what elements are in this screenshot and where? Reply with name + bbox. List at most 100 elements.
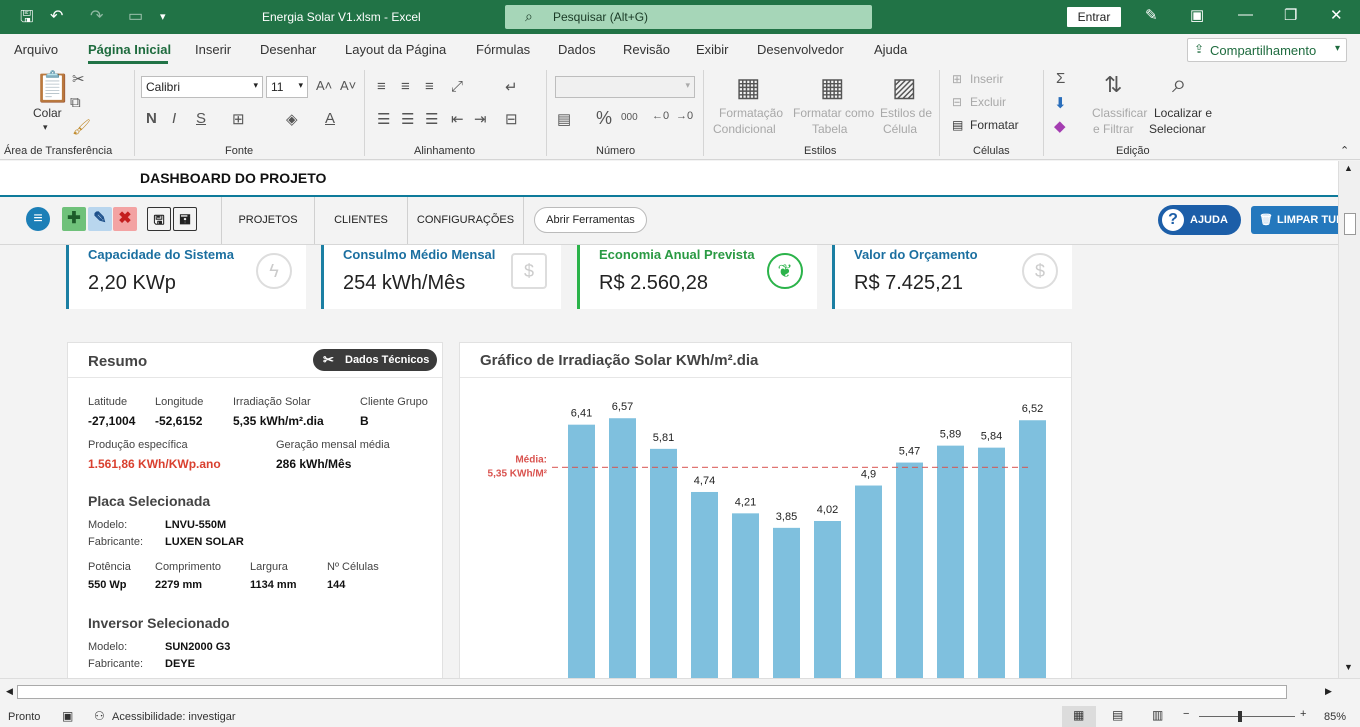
currency-icon[interactable]: ▤ — [557, 110, 571, 128]
italic-button[interactable]: I — [172, 110, 176, 127]
format-painter-icon[interactable]: 🖌 — [72, 118, 91, 136]
insert-cells-button[interactable]: Inserir — [970, 72, 1003, 86]
cell-styles-icon[interactable]: ▨ — [892, 72, 917, 103]
tab-desenvolvedor[interactable]: Desenvolvedor — [757, 42, 844, 57]
percent-icon[interactable]: % — [596, 108, 612, 129]
delete-icon[interactable]: ✖ — [113, 207, 137, 231]
nav-clientes[interactable]: CLIENTES — [315, 197, 408, 244]
scroll-thumb[interactable] — [17, 685, 1287, 699]
cell-styles-label-2[interactable]: Célula — [883, 122, 917, 136]
find-select-label-2[interactable]: Selecionar — [1149, 122, 1206, 136]
save-icon[interactable]: 🖫 — [20, 6, 34, 33]
align-center-icon[interactable]: ☰ — [401, 110, 414, 128]
clear-icon[interactable]: ◆ — [1054, 117, 1066, 135]
format-table-icon[interactable]: ▦ — [820, 72, 845, 103]
edit-icon[interactable]: ✎ — [88, 207, 112, 231]
open-tools-button[interactable]: Abrir Ferramentas — [534, 207, 647, 233]
sort-filter-icon[interactable]: ⇅ — [1104, 72, 1122, 98]
wrap-text-icon[interactable]: ↵ — [505, 78, 518, 96]
accessibility-icon[interactable]: ⚇ — [94, 709, 105, 723]
macro-icon[interactable]: ▣ — [62, 709, 73, 723]
align-top-icon[interactable]: ≡ — [377, 78, 386, 95]
thousands-icon[interactable]: 000 — [621, 112, 638, 123]
redo-icon[interactable]: ↷ — [90, 6, 103, 26]
pen-icon[interactable]: ✎ — [1145, 6, 1158, 24]
minimize-icon[interactable]: — — [1238, 6, 1253, 23]
fill-icon[interactable]: ⬇ — [1054, 94, 1067, 112]
align-left-icon[interactable]: ☰ — [377, 110, 390, 128]
align-right-icon[interactable]: ☰ — [425, 110, 438, 128]
save-as-icon[interactable]: 🖬 — [173, 207, 197, 231]
copy-icon[interactable]: ⧉ — [70, 94, 81, 111]
zoom-level[interactable]: 85% — [1324, 711, 1346, 723]
cut-icon[interactable]: ✂ — [72, 70, 85, 88]
share-button[interactable]: ⇪ Compartilhamento ▾ — [1187, 38, 1347, 62]
tab-exibir[interactable]: Exibir — [696, 42, 729, 57]
conditional-format-label-2[interactable]: Condicional — [713, 122, 776, 136]
scroll-right-icon[interactable]: ▶ — [1325, 686, 1332, 697]
grow-font-icon[interactable]: A˄ — [316, 78, 332, 93]
font-size-select[interactable]: 11 ▾ — [266, 76, 308, 98]
collapse-ribbon-icon[interactable]: ⌃ — [1340, 144, 1349, 157]
delete-cells-icon[interactable]: ⊟ — [952, 95, 962, 109]
close-icon[interactable]: ✕ — [1330, 6, 1343, 24]
tab-dados[interactable]: Dados — [558, 42, 596, 57]
insert-cells-icon[interactable]: ⊞ — [952, 72, 962, 86]
number-format-select[interactable]: ▾ — [555, 76, 695, 98]
tab-inserir[interactable]: Inserir — [195, 42, 231, 57]
scroll-left-icon[interactable]: ◀ — [6, 686, 13, 697]
decrease-indent-icon[interactable]: ⇤ — [451, 110, 464, 128]
normal-view-button[interactable]: ▦ — [1062, 706, 1096, 727]
ribbon-display-icon[interactable]: ▣ — [1190, 6, 1204, 24]
find-select-icon[interactable]: ⌕ — [1172, 68, 1187, 100]
signin-button[interactable]: Entrar — [1067, 7, 1121, 27]
tab-formulas[interactable]: Fórmulas — [476, 42, 530, 57]
decrease-decimal-icon[interactable]: →0 — [676, 110, 693, 122]
font-name-select[interactable]: Calibri ▾ — [141, 76, 263, 98]
zoom-slider-thumb[interactable] — [1238, 711, 1242, 722]
orientation-icon[interactable]: ⤢ — [451, 78, 463, 95]
shrink-font-icon[interactable]: A˅ — [340, 78, 356, 93]
tab-arquivo[interactable]: Arquivo — [14, 42, 58, 57]
sort-filter-label-2[interactable]: e Filtrar — [1093, 122, 1134, 136]
chevron-down-icon[interactable]: ▾ — [43, 122, 48, 133]
page-break-icon[interactable]: ▥ — [1152, 708, 1163, 722]
scroll-down-icon[interactable]: ▼ — [1344, 662, 1353, 672]
cell-styles-label[interactable]: Estilos de — [880, 106, 932, 120]
clear-all-button[interactable]: 🗑 LIMPAR TUDO — [1251, 206, 1338, 234]
increase-indent-icon[interactable]: ⇥ — [474, 110, 487, 128]
bold-button[interactable]: N — [146, 110, 157, 127]
increase-decimal-icon[interactable]: ←0 — [652, 110, 669, 122]
tab-pagina-inicial[interactable]: Página Inicial — [88, 42, 171, 57]
add-icon[interactable]: ✚ — [62, 207, 86, 231]
nav-projetos[interactable]: PROJETOS — [222, 197, 315, 244]
borders-icon[interactable]: ⊞ — [232, 110, 245, 128]
merge-center-icon[interactable]: ⊟ — [505, 110, 518, 128]
paste-icon[interactable]: 📋 — [34, 70, 71, 105]
customize-toolbar-icon[interactable]: ▾ — [160, 10, 166, 23]
tab-revisao[interactable]: Revisão — [623, 42, 670, 57]
format-cells-button[interactable]: Formatar — [970, 118, 1019, 132]
align-middle-icon[interactable]: ≡ — [401, 78, 410, 95]
zoom-in-icon[interactable]: + — [1300, 708, 1306, 720]
paste-label[interactable]: Colar — [33, 106, 62, 120]
save-icon[interactable]: 🖫 — [147, 207, 171, 231]
horizontal-scrollbar[interactable]: ◀ ▶ — [0, 678, 1360, 706]
tab-desenhar[interactable]: Desenhar — [260, 42, 316, 57]
zoom-out-icon[interactable]: − — [1183, 708, 1189, 720]
find-select-label[interactable]: Localizar e — [1154, 106, 1212, 120]
page-layout-icon[interactable]: ▤ — [1112, 708, 1123, 722]
conditional-format-label[interactable]: Formatação — [719, 106, 783, 120]
autosum-icon[interactable]: Σ — [1056, 70, 1065, 87]
tab-layout[interactable]: Layout da Página — [345, 42, 446, 57]
comment-icon[interactable]: ▭ — [128, 6, 143, 26]
zoom-slider[interactable] — [1199, 716, 1295, 717]
menu-icon[interactable]: ≡ — [26, 207, 50, 231]
sort-filter-label[interactable]: Classificar — [1092, 106, 1147, 120]
scroll-up-icon[interactable]: ▲ — [1344, 163, 1353, 173]
format-table-label-2[interactable]: Tabela — [812, 122, 847, 136]
undo-icon[interactable]: ↶ — [50, 6, 63, 26]
restore-icon[interactable]: ❐ — [1284, 6, 1297, 24]
format-table-label[interactable]: Formatar como — [793, 106, 874, 120]
underline-button[interactable]: S — [196, 110, 206, 127]
